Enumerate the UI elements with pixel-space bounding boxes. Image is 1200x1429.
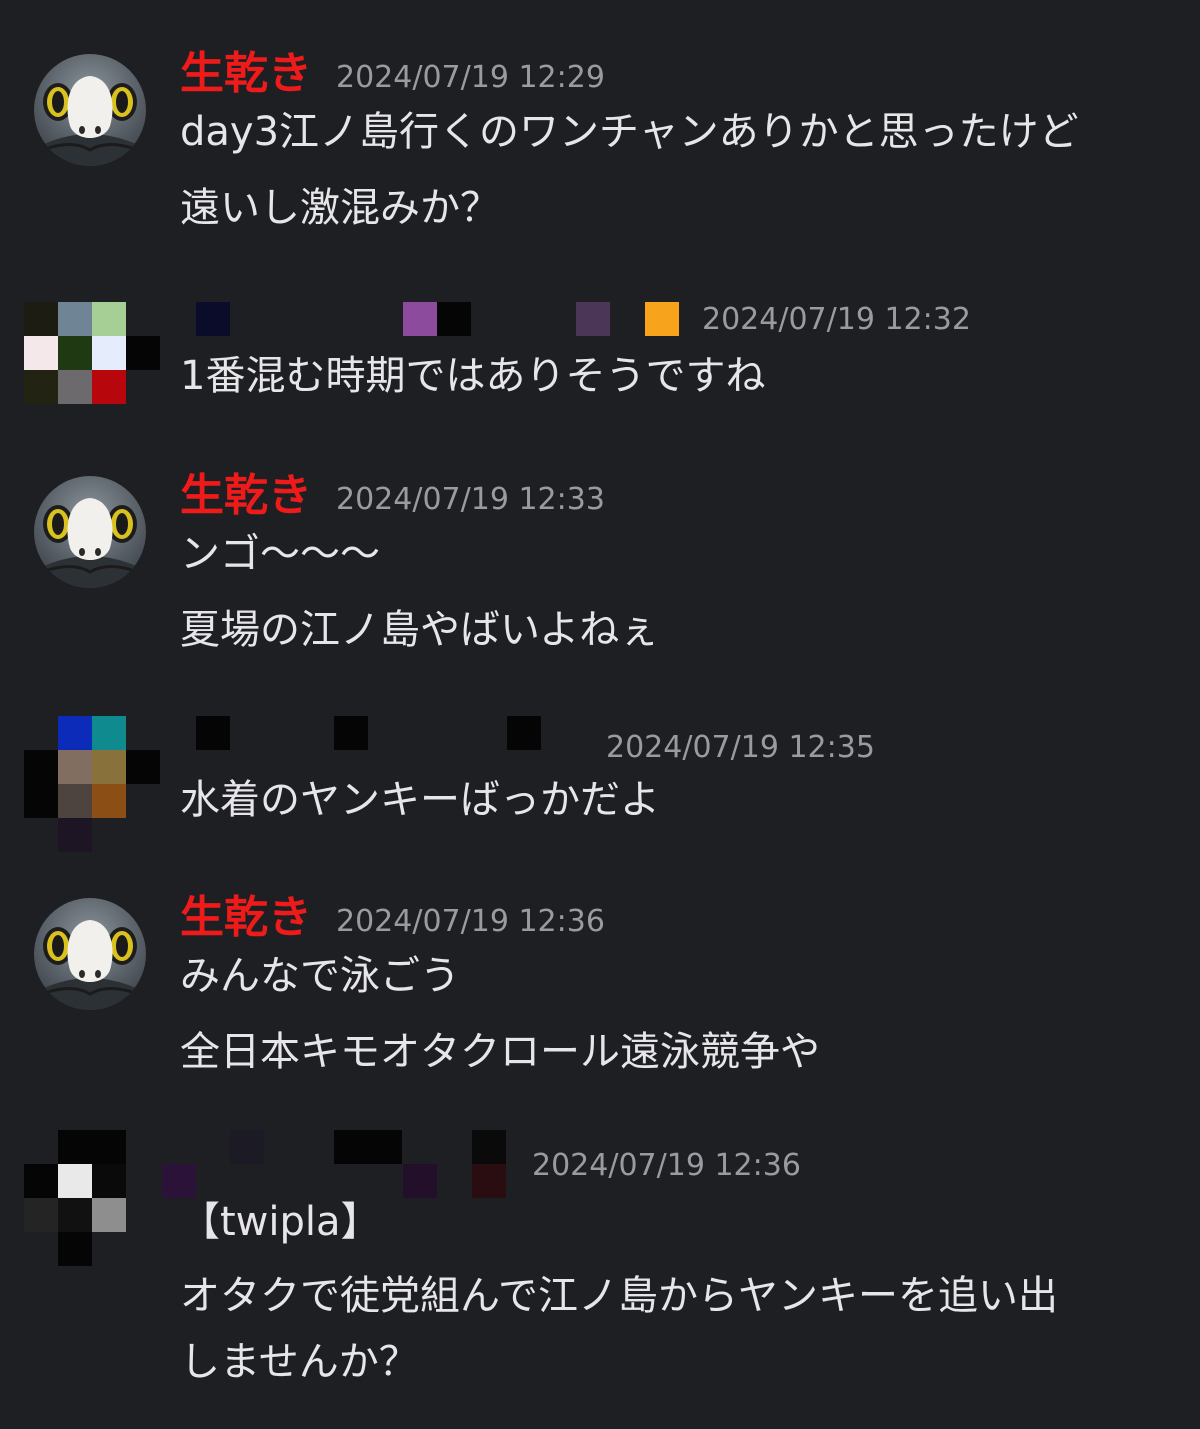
timestamp: 2024/07/19 12:32	[702, 302, 971, 337]
author-name[interactable]: 生乾き	[180, 468, 312, 524]
message-line: 水着のヤンキーばっかだよ	[180, 777, 660, 823]
penguin-mascot-icon	[34, 476, 146, 588]
penguin-mascot-icon	[34, 898, 146, 1010]
penguin-avatar[interactable]	[34, 898, 146, 1010]
author-name[interactable]: 生乾き	[180, 46, 312, 102]
pixelated-avatar-icon[interactable]	[24, 1130, 160, 1266]
timestamp: 2024/07/19 12:36	[532, 1148, 801, 1183]
timestamp: 2024/07/19 12:33	[336, 482, 605, 517]
timestamp: 2024/07/19 12:35	[606, 730, 875, 765]
message-line: day3江ノ島行くのワンチャンありかと思ったけど	[180, 109, 1079, 155]
message-line: 遠いし激混みか？	[180, 185, 500, 231]
message-line: 【twipla】	[180, 1199, 381, 1245]
message-line: 全日本キモオタクロール遠泳競争や	[180, 1029, 820, 1075]
message-line: オタクで徒党組んで江ノ島からヤンキーを追い出	[180, 1273, 1058, 1319]
message-line: ンゴ〜〜〜	[180, 531, 380, 577]
timestamp: 2024/07/19 12:29	[336, 60, 605, 95]
pixelated-avatar-icon[interactable]	[24, 716, 160, 852]
penguin-mascot-icon	[34, 54, 146, 166]
message-line: みんなで泳ごう	[180, 953, 460, 999]
penguin-avatar[interactable]	[34, 476, 146, 588]
pixelated-avatar-icon[interactable]	[24, 302, 160, 438]
chat-log: 生乾き 2024/07/19 12:29 day3江ノ島行くのワンチャンありかと…	[0, 0, 1200, 1429]
message-line: 1番混む時期ではありそうですね	[180, 353, 766, 399]
timestamp: 2024/07/19 12:36	[336, 904, 605, 939]
message-line: 夏場の江ノ島やばいよねぇ	[180, 607, 660, 653]
author-name[interactable]: 生乾き	[180, 890, 312, 946]
penguin-avatar[interactable]	[34, 54, 146, 166]
message-line: しませんか？	[180, 1339, 419, 1385]
